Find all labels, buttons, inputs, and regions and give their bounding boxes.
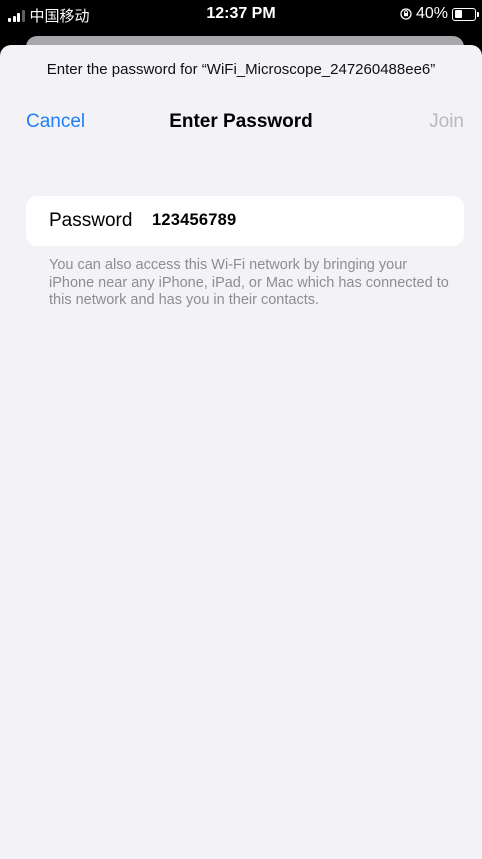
join-button[interactable]: Join bbox=[429, 111, 464, 133]
battery-percent: 40% bbox=[415, 5, 448, 22]
battery-fill bbox=[454, 10, 463, 18]
battery-icon bbox=[452, 7, 479, 21]
password-input[interactable]: 123456789 bbox=[152, 211, 236, 230]
status-bar: 中国移动 12:37 PM 40% bbox=[0, 0, 482, 30]
status-right: 40% bbox=[400, 5, 479, 23]
cancel-button[interactable]: Cancel bbox=[26, 111, 85, 133]
screen: 中国移动 12:37 PM 40% Enter the password for… bbox=[0, 0, 482, 859]
password-field[interactable]: Password 123456789 bbox=[26, 196, 464, 246]
password-sheet: Enter the password for “WiFi_Microscope_… bbox=[0, 45, 482, 859]
nearby-share-footnote: You can also access this Wi-Fi network b… bbox=[49, 257, 449, 308]
orientation-lock-icon bbox=[400, 8, 412, 20]
password-label: Password bbox=[49, 210, 133, 231]
nav-bar: Cancel Enter Password Join bbox=[0, 111, 482, 135]
password-prompt: Enter the password for “WiFi_Microscope_… bbox=[46, 61, 436, 78]
